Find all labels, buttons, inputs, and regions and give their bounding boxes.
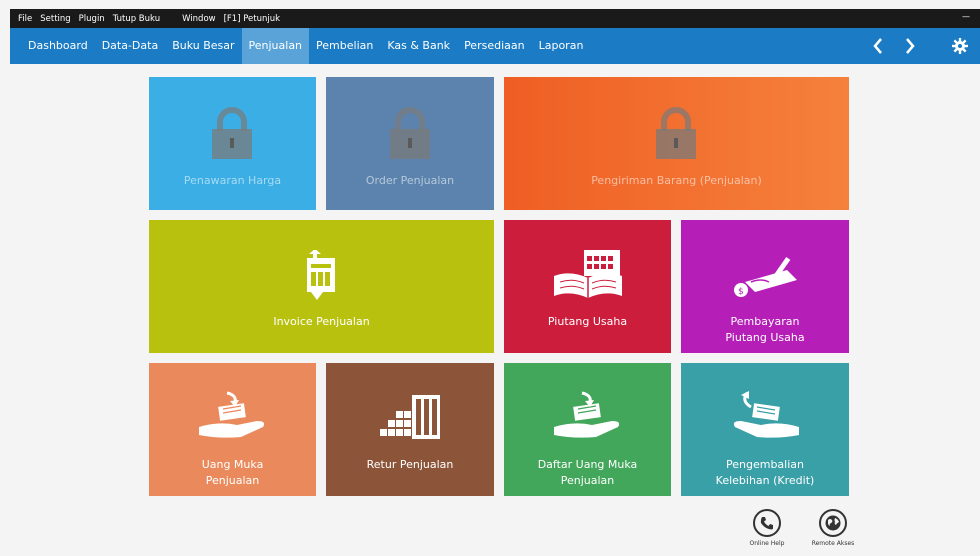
online-help-label: Online Help: [749, 540, 785, 547]
tile-label-line1: Pembayaran: [730, 315, 800, 328]
nav-buku-besar[interactable]: Buku Besar: [165, 28, 241, 64]
tile-invoice-penjualan[interactable]: Invoice Penjualan: [149, 220, 494, 353]
settings-button[interactable]: [940, 28, 980, 64]
tile-label-line1: Uang Muka: [201, 458, 264, 471]
remote-akses-label: Remote Akses: [811, 540, 855, 547]
returns-boxes-icon: [380, 395, 440, 439]
tile-label-group: Uang Muka Penjualan: [149, 457, 316, 489]
back-button[interactable]: [862, 28, 894, 64]
nav-laporan[interactable]: Laporan: [532, 28, 591, 64]
remote-akses-circle: [819, 509, 847, 537]
tile-label-group: Pembayaran Piutang Usaha: [681, 314, 849, 346]
nav-pembelian[interactable]: Pembelian: [309, 28, 380, 64]
app-window: File Setting Plugin Tutup Buku Window [F…: [0, 0, 980, 556]
payment-signature-icon: $: [734, 257, 797, 297]
remote-akses-button[interactable]: Remote Akses: [805, 509, 861, 547]
tile-label-line1: Pengembalian: [726, 458, 804, 471]
menu-setting[interactable]: Setting: [40, 14, 70, 24]
tile-daftar-uang-muka[interactable]: Daftar Uang Muka Penjualan: [504, 363, 671, 496]
gear-icon: [952, 38, 968, 54]
forward-button[interactable]: [894, 28, 926, 64]
tile-label-group: Pengembalian Kelebihan (Kredit): [681, 457, 849, 489]
menu-bar: File Setting Plugin Tutup Buku Window [F…: [10, 9, 980, 28]
menu-file[interactable]: File: [18, 14, 32, 24]
invoice-icon: [307, 250, 335, 300]
chevron-left-icon: [873, 38, 882, 54]
tile-label: Retur Penjualan: [366, 458, 454, 471]
nav-kas-bank[interactable]: Kas & Bank: [380, 28, 457, 64]
online-help-circle: [753, 509, 781, 537]
globe-icon: [825, 515, 841, 531]
tile-label: Penawaran Harga: [183, 174, 282, 187]
tile-label-group: Daftar Uang Muka Penjualan: [504, 457, 671, 489]
tile-label: Piutang Usaha: [547, 315, 628, 328]
lock-icon: [212, 107, 252, 159]
money-hand-icon: [554, 391, 620, 438]
menu-tutup-buku[interactable]: Tutup Buku: [113, 14, 160, 24]
tile-label-line2: Penjualan: [205, 474, 260, 487]
tile-label: Invoice Penjualan: [273, 315, 370, 328]
menu-plugin[interactable]: Plugin: [79, 14, 105, 24]
tile-label: Order Penjualan: [365, 174, 455, 187]
nav-dashboard[interactable]: Dashboard: [10, 28, 95, 64]
tile-label-line1: Daftar Uang Muka: [537, 458, 638, 471]
tile-label: Pengiriman Barang (Penjualan): [591, 174, 762, 187]
tile-label-line2: Piutang Usaha: [725, 331, 805, 344]
money-hand-icon: [199, 391, 265, 438]
chevron-right-icon: [906, 38, 915, 54]
lock-icon: [656, 107, 696, 159]
minimize-button[interactable]: —: [962, 12, 970, 21]
tile-uang-muka-penjualan[interactable]: Uang Muka Penjualan: [149, 363, 316, 496]
nav-penjualan[interactable]: Penjualan: [241, 28, 310, 64]
tile-pengembalian-kelebihan[interactable]: Pengembalian Kelebihan (Kredit): [681, 363, 849, 496]
nav-data-data[interactable]: Data-Data: [95, 28, 166, 64]
menu-window[interactable]: Window: [182, 14, 216, 24]
tile-order-penjualan[interactable]: Order Penjualan: [326, 77, 494, 210]
tile-penawaran-harga[interactable]: Penawaran Harga: [149, 77, 316, 210]
svg-text:$: $: [738, 287, 744, 297]
online-help-button[interactable]: Online Help: [743, 509, 791, 547]
lock-icon: [390, 107, 430, 159]
tile-retur-penjualan[interactable]: Retur Penjualan: [326, 363, 494, 496]
tile-pengiriman-barang[interactable]: Pengiriman Barang (Penjualan): [504, 77, 849, 210]
tile-label-line2: Penjualan: [560, 474, 615, 487]
nav-persediaan[interactable]: Persediaan: [457, 28, 532, 64]
book-calendar-icon: [554, 250, 622, 298]
tile-label-line2: Kelebihan (Kredit): [715, 474, 815, 487]
main-nav: Dashboard Data-Data Buku Besar Penjualan…: [10, 28, 980, 64]
menu-petunjuk[interactable]: [F1] Petunjuk: [224, 14, 280, 24]
refund-hand-icon: [733, 391, 799, 438]
tile-piutang-usaha[interactable]: Piutang Usaha: [504, 220, 671, 353]
phone-icon: [760, 517, 773, 530]
tile-pembayaran-piutang[interactable]: $ Pembayaran Piutang Usaha: [681, 220, 849, 353]
